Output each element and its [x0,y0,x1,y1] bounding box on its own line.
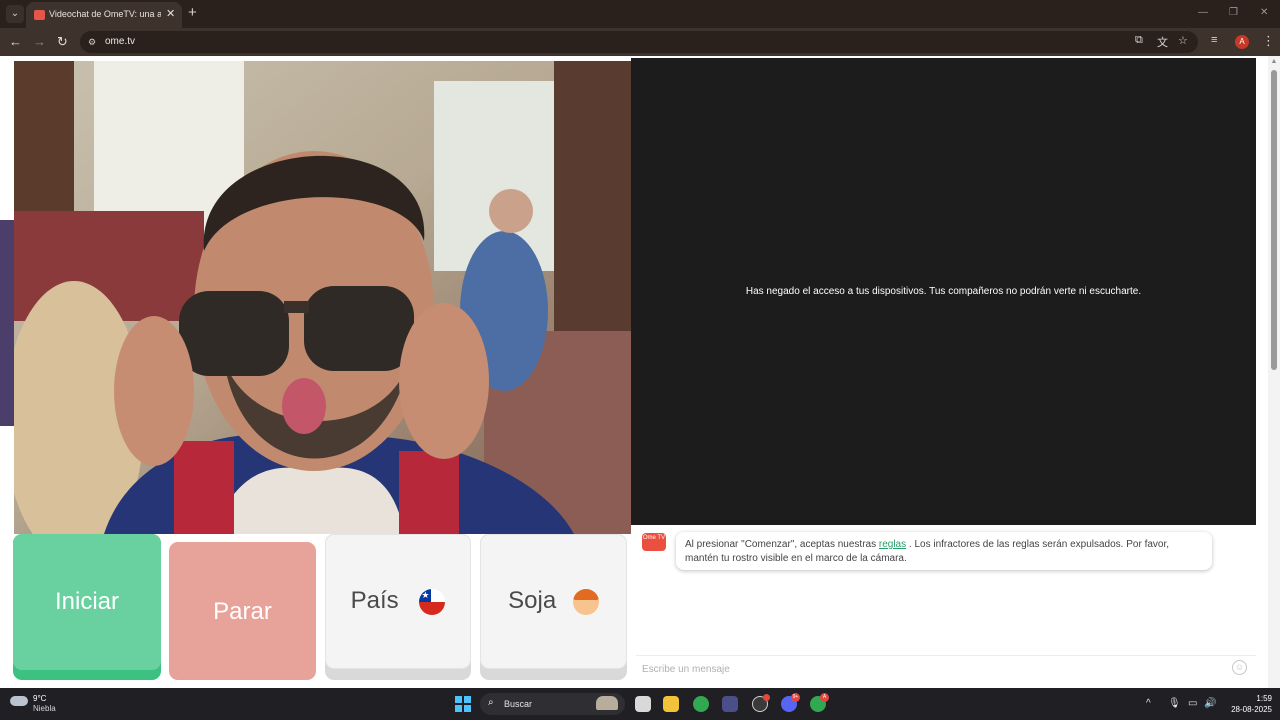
chile-flag-icon: ★ [419,588,446,615]
windows-taskbar: 9°C Niebla ⌕ Buscar ^ 🎙 ▭ 🔊 1:59 28-08-2… [0,688,1280,720]
forward-icon[interactable]: → [33,34,46,49]
microphone-icon[interactable]: 🎙 [1168,698,1181,709]
remote-video-panel: Has negado el acceso a tus dispositivos.… [631,58,1256,525]
tab-search-icon[interactable]: ⌄ [6,5,24,23]
tab-strip: ⌄ Videochat de OmeTV: una alternativa ✕ … [0,0,1280,28]
local-video-image [14,61,631,534]
site-info-icon[interactable]: ⚙ [88,37,96,48]
browser-toolbar: ← → ↻ ⚙ ome.tv ⧉ 文 ☆ ≡ A ⋮ [0,28,1280,56]
task-view-icon[interactable] [635,696,651,712]
menu-kebab-icon[interactable]: ⋮ [1262,33,1275,49]
app-icon[interactable] [722,696,738,712]
country-button-face: País ★ [325,534,471,669]
stop-button-label: Parar [213,598,272,625]
back-icon[interactable]: ← [9,34,22,49]
chat-input-row: ☺ [636,655,1256,680]
scroll-thumb[interactable] [1271,70,1277,370]
volume-icon[interactable]: 🔊 [1204,698,1216,709]
scroll-up-icon[interactable]: ▲ [1268,58,1280,65]
chat-panel: Ome TV Al presionar "Comenzar", aceptas … [636,525,1256,680]
system-message: Al presionar "Comenzar", aceptas nuestra… [676,532,1212,570]
country-button-label: País [350,587,399,614]
taskbar-clock[interactable]: 1:59 28-08-2025 [1226,693,1272,715]
start-button[interactable]: Iniciar [13,534,161,680]
url-text: ome.tv [105,36,136,47]
start-button-face: Iniciar [13,534,161,670]
boy-face-icon [572,588,599,615]
emoji-icon[interactable]: ☺ [1232,660,1247,675]
media-controls-icon[interactable]: ≡ [1211,34,1217,46]
weather-description[interactable]: Niebla [33,704,56,713]
taskbar-search-box[interactable]: ⌕ Buscar [480,693,625,715]
search-highlight-icon [596,696,618,710]
minimize-icon[interactable]: — [1198,7,1208,18]
chat-message-input[interactable] [642,661,1222,677]
notification-dot-icon [763,694,770,701]
local-video-feed [14,61,631,534]
gender-button-face: Soja [480,534,627,669]
display-icon[interactable]: ▭ [1188,698,1197,709]
show-hidden-icons-icon[interactable]: ^ [1146,698,1151,709]
page-scrollbar[interactable]: ▲ [1268,56,1280,688]
ometv-logo-icon: Ome TV [642,533,666,551]
system-message-text-start: Al presionar "Comenzar", aceptas nuestra… [685,539,879,550]
chrome-icon[interactable] [693,696,709,712]
close-window-icon[interactable]: ✕ [1260,7,1268,18]
reload-icon[interactable]: ↻ [57,34,68,50]
gender-button-label: Soja [508,587,557,614]
clock-date: 28-08-2025 [1231,705,1272,714]
gender-filter-button[interactable]: Soja [480,534,627,680]
country-button-content: País ★ [326,587,470,615]
taskbar-search-label: Buscar [504,699,533,709]
side-banner [0,220,14,426]
translate-icon[interactable]: 文 [1157,34,1168,50]
start-button-label: Iniciar [54,588,120,615]
stop-button[interactable]: Parar [169,542,316,680]
rules-link[interactable]: reglas [879,539,906,550]
ometv-page: Has negado el acceso a tus dispositivos.… [0,56,1280,688]
bookmark-star-icon[interactable]: ☆ [1178,34,1188,47]
file-explorer-icon[interactable] [663,696,679,712]
chrome-profile-badge: A [820,693,829,702]
country-filter-button[interactable]: País ★ [325,534,471,680]
ometv-favicon-icon [34,10,45,20]
new-tab-icon[interactable]: + [188,4,197,21]
restore-icon[interactable]: ❐ [1229,7,1238,18]
windows-start-icon[interactable] [455,696,471,712]
cloud-weather-icon[interactable] [10,696,28,706]
gender-button-content: Soja [481,587,626,615]
discord-badge: 9+ [791,693,800,702]
device-access-denied-message: Has negado el acceso a tus dispositivos.… [745,286,1142,297]
profile-avatar[interactable]: A [1235,35,1249,49]
search-icon: ⌕ [488,697,494,708]
weather-temperature[interactable]: 9°C [33,694,46,703]
address-bar[interactable]: ⚙ ome.tv [80,31,1198,53]
browser-tab[interactable]: Videochat de OmeTV: una alternativa ✕ [26,2,182,28]
tab-title: Videochat de OmeTV: una alternativa [49,9,161,19]
install-app-icon[interactable]: ⧉ [1135,34,1143,47]
clock-time: 1:59 [1256,694,1272,703]
close-tab-icon[interactable]: ✕ [166,7,175,20]
